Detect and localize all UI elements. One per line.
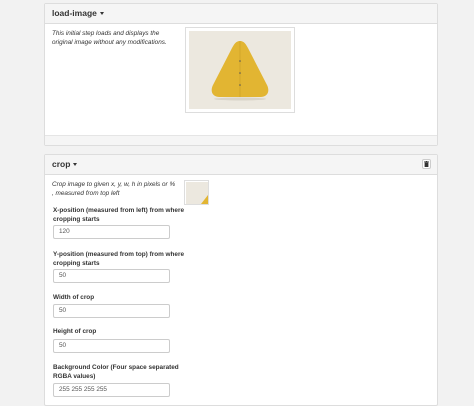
output-image	[189, 31, 291, 109]
background-color-input[interactable]: 255 255 255 255	[53, 383, 170, 397]
x-position-input[interactable]: 120	[53, 225, 170, 239]
step-title: load-image	[52, 8, 97, 18]
delete-step-button[interactable]	[422, 159, 431, 169]
step-header: load-image	[45, 4, 437, 24]
x-position-label: X-position (measured from left) from whe…	[53, 207, 185, 223]
caret-down-icon	[99, 12, 104, 16]
width-label: Width of crop	[53, 294, 95, 301]
step-title-dropdown[interactable]: crop	[52, 159, 78, 169]
y-position-label: Y-position (measured from top) from wher…	[53, 251, 185, 267]
step-title-dropdown[interactable]: load-image	[52, 8, 104, 18]
step-description: Crop image to given x, y, w, h in pixels…	[52, 181, 176, 197]
trash-icon	[424, 161, 429, 167]
step-crop: crop Crop image to given x, y, w, h in p…	[44, 154, 438, 406]
background-color-label: Background Color (Four space separated R…	[53, 364, 179, 380]
height-input[interactable]: 50	[53, 339, 170, 353]
step-description: This initial step loads and displays the…	[52, 30, 167, 46]
step-header: crop	[45, 155, 437, 175]
step-title: crop	[52, 159, 71, 169]
output-image	[186, 182, 208, 204]
step-output-thumbnail[interactable]	[185, 27, 295, 113]
caret-down-icon	[73, 163, 78, 167]
step-output-thumbnail[interactable]	[184, 180, 209, 205]
height-label: Height of crop	[53, 328, 97, 335]
step-footer	[45, 135, 437, 145]
width-input[interactable]: 50	[53, 304, 170, 318]
y-position-input[interactable]: 50	[53, 269, 170, 283]
step-load-image: load-image This initial step loads and d…	[44, 3, 438, 146]
